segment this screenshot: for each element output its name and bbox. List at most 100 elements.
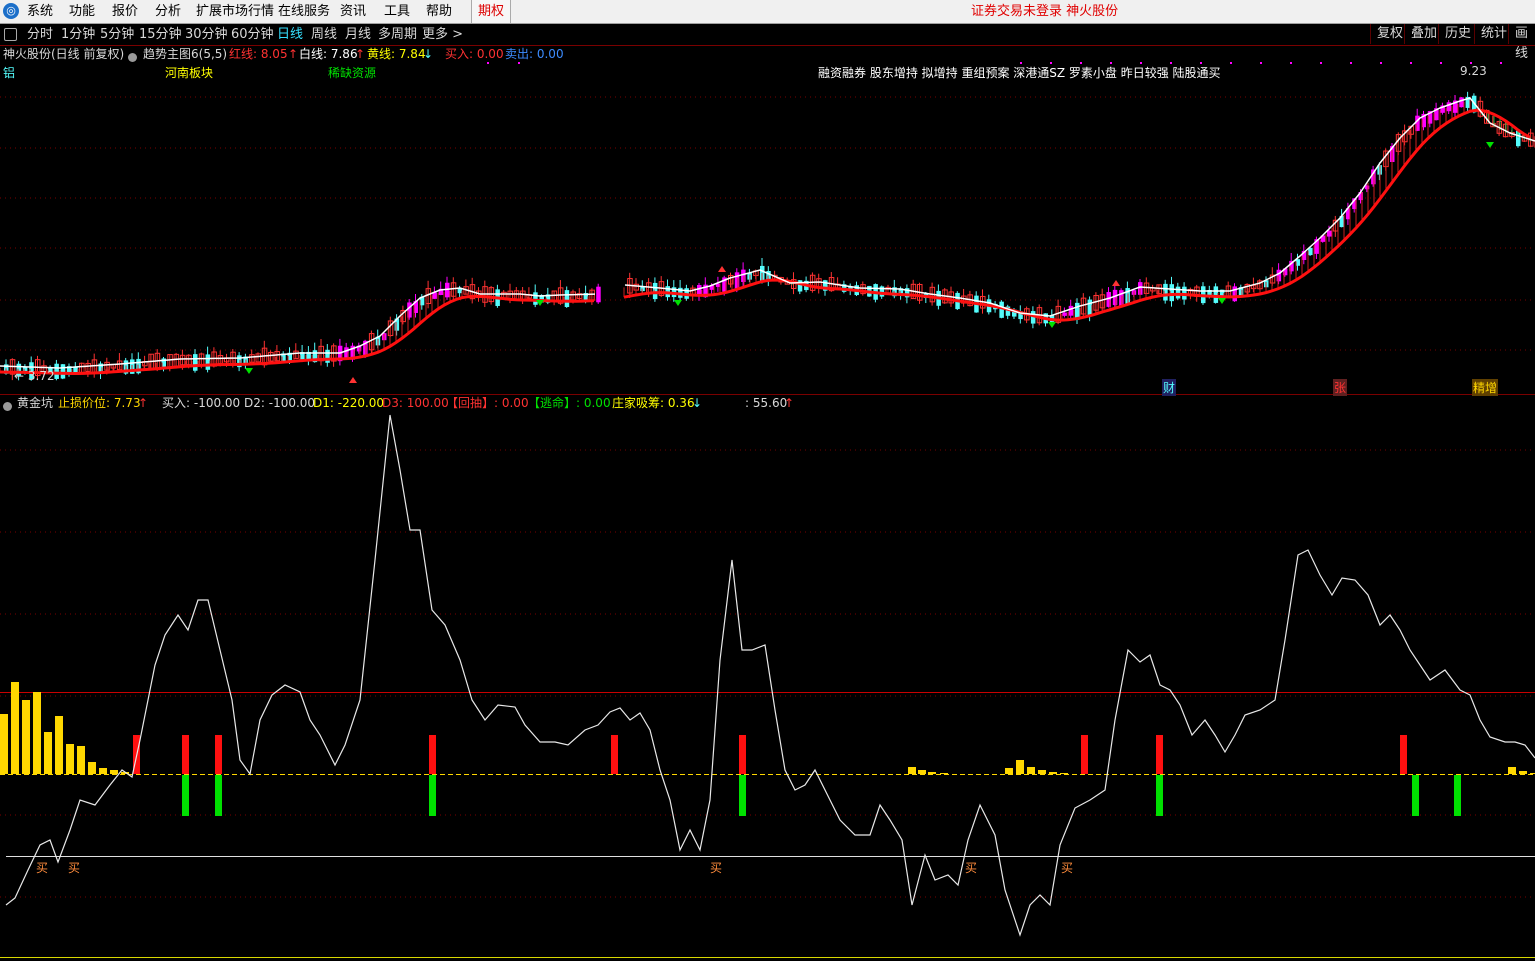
yellow-bar: [1038, 770, 1046, 774]
stop-loss-value: 止损价位: 7.73: [58, 396, 141, 410]
red-signal-bar: [215, 735, 222, 774]
tag-henan: 河南板块: [165, 66, 214, 80]
candle-body: [1327, 230, 1332, 237]
up-arrow-icon: [349, 377, 357, 383]
green-signal-bar: [1412, 775, 1419, 816]
buy-value: 买入: 0.00: [445, 47, 504, 61]
red-trend-line: [623, 108, 1531, 322]
up-arrow-icon: [718, 266, 726, 272]
down-arrow-icon: [1218, 298, 1226, 304]
green-signal-bar: [1156, 775, 1163, 816]
candle-body: [1364, 185, 1370, 190]
buy-signal-label: 买: [36, 861, 49, 875]
buy-signal-label: 买: [68, 861, 81, 875]
red-signal-bar: [739, 735, 746, 774]
candle-body: [1068, 305, 1074, 316]
high-price-marker: 9.23: [1460, 64, 1487, 78]
low-price-marker: ← 3.72: [14, 369, 55, 383]
red-signal-bar: [1400, 735, 1407, 774]
yellow-bar: [0, 714, 8, 774]
indicator-name[interactable]: 趋势主图6(5,5): [143, 45, 227, 63]
stock-title: 神火股份(日线 前复权): [3, 47, 125, 61]
candle-body: [54, 363, 59, 379]
yellow-bar: [1530, 773, 1535, 774]
down-arrow-icon: ↓: [423, 47, 434, 61]
sub-buy-value: 买入: -100.00: [162, 396, 241, 410]
yellow-bar: [1508, 767, 1516, 774]
sub-indicator-dropdown-icon[interactable]: [3, 398, 12, 416]
extra-value: : 55.60: [745, 396, 788, 410]
candle-body: [1213, 286, 1219, 303]
sell-value: 卖出: 0.00: [505, 47, 564, 61]
candle-body: [205, 354, 211, 370]
candle-body: [564, 290, 570, 307]
d3-value: D3: 100.00: [382, 396, 449, 410]
up-arrow-icon: ↑: [138, 396, 149, 410]
yellow-bar: [99, 768, 107, 774]
red-signal-bar: [429, 735, 436, 774]
yellow-bar: [1049, 772, 1057, 774]
down-arrow-icon: [1486, 142, 1494, 148]
red-signal-bar: [611, 735, 618, 774]
yellow-bar: [77, 746, 85, 774]
candle-body: [1062, 312, 1067, 316]
red-signal-bar: [1081, 735, 1088, 774]
yellow-bar: [44, 732, 52, 774]
yellow-bar: [908, 767, 916, 774]
yellow-bar: [1519, 771, 1527, 774]
tag-rare-resources: 稀缺资源: [328, 66, 377, 80]
tags-row: 铝 河南板块 稀缺资源 融资融券 股东增持 拟增持 重组预案 深港通SZ 罗素小…: [0, 64, 1535, 82]
yellow-bar: [22, 700, 30, 774]
down-arrow-icon: [674, 300, 682, 306]
escape-value: 【逃命】: 0.00: [528, 396, 611, 410]
down-arrow-icon: ↓: [692, 396, 703, 410]
tag-concepts: 融资融券 股东增持 拟增持 重组预案 深港通SZ 罗素小盘 昨日较强 陆股通买: [818, 66, 1221, 80]
yellow-bar: [88, 762, 96, 774]
buy-signal-label: 买: [965, 861, 978, 875]
candle-body: [1087, 299, 1093, 316]
yellow-bar: [928, 772, 936, 774]
green-signal-bar: [182, 775, 189, 816]
down-arrow-icon: [245, 368, 253, 374]
down-arrow-icon: [1048, 322, 1056, 328]
yellow-bar: [940, 773, 948, 774]
d2-value: D2: -100.00: [244, 396, 316, 410]
green-signal-bar: [215, 775, 222, 816]
accumulate-value: 庄家吸筹: 0.36: [612, 396, 695, 410]
candle-body: [596, 286, 601, 303]
up-arrow-icon: ↑: [355, 47, 366, 61]
yellow-bar: [11, 682, 19, 774]
candle-body: [193, 354, 198, 371]
up-arrow-icon: ↑: [784, 396, 795, 410]
pullback-value: 【回抽】: 0.00: [446, 396, 529, 410]
yellow-bar: [110, 770, 118, 774]
candle-body: [999, 301, 1004, 318]
up-arrow-icon: ↑: [288, 47, 299, 61]
candle-body: [1175, 286, 1181, 299]
tag-aluminum: 铝: [3, 66, 16, 80]
green-signal-bar: [429, 775, 436, 816]
sub-indicator-info: 黄金坑 止损价位: 7.73 ↑ 买入: -100.00 D2: -100.00…: [0, 394, 1535, 412]
red-signal-bar: [182, 735, 189, 774]
yellow-bar: [55, 716, 63, 774]
candle-body: [60, 364, 66, 379]
buy-signal-label: 买: [1061, 861, 1074, 875]
candle-body: [734, 272, 740, 289]
candle-body: [741, 269, 746, 282]
red-trend-line: [0, 294, 595, 375]
white-line-value: 白线: 7.86: [299, 47, 358, 61]
main-indicator-info: 神火股份(日线 前复权) 趋势主图6(5,5) 红线: 8.05 ↑ 白线: 7…: [0, 45, 1535, 63]
green-signal-bar: [1454, 775, 1461, 816]
yellow-bar: [66, 744, 74, 774]
candle-body: [1276, 269, 1282, 282]
kline-chart[interactable]: [0, 0, 1535, 961]
green-signal-bar: [739, 775, 746, 816]
sub-indicator-name[interactable]: 黄金坑: [17, 394, 53, 412]
buy-signal-label: 买: [710, 861, 723, 875]
yellow-bar: [918, 770, 926, 774]
up-arrow-icon: [1112, 280, 1120, 286]
yellow-line-value: 黄线: 7.84: [367, 47, 426, 61]
yellow-bar: [1027, 767, 1035, 774]
yellow-bar: [1005, 768, 1013, 774]
candle-body: [533, 292, 538, 305]
